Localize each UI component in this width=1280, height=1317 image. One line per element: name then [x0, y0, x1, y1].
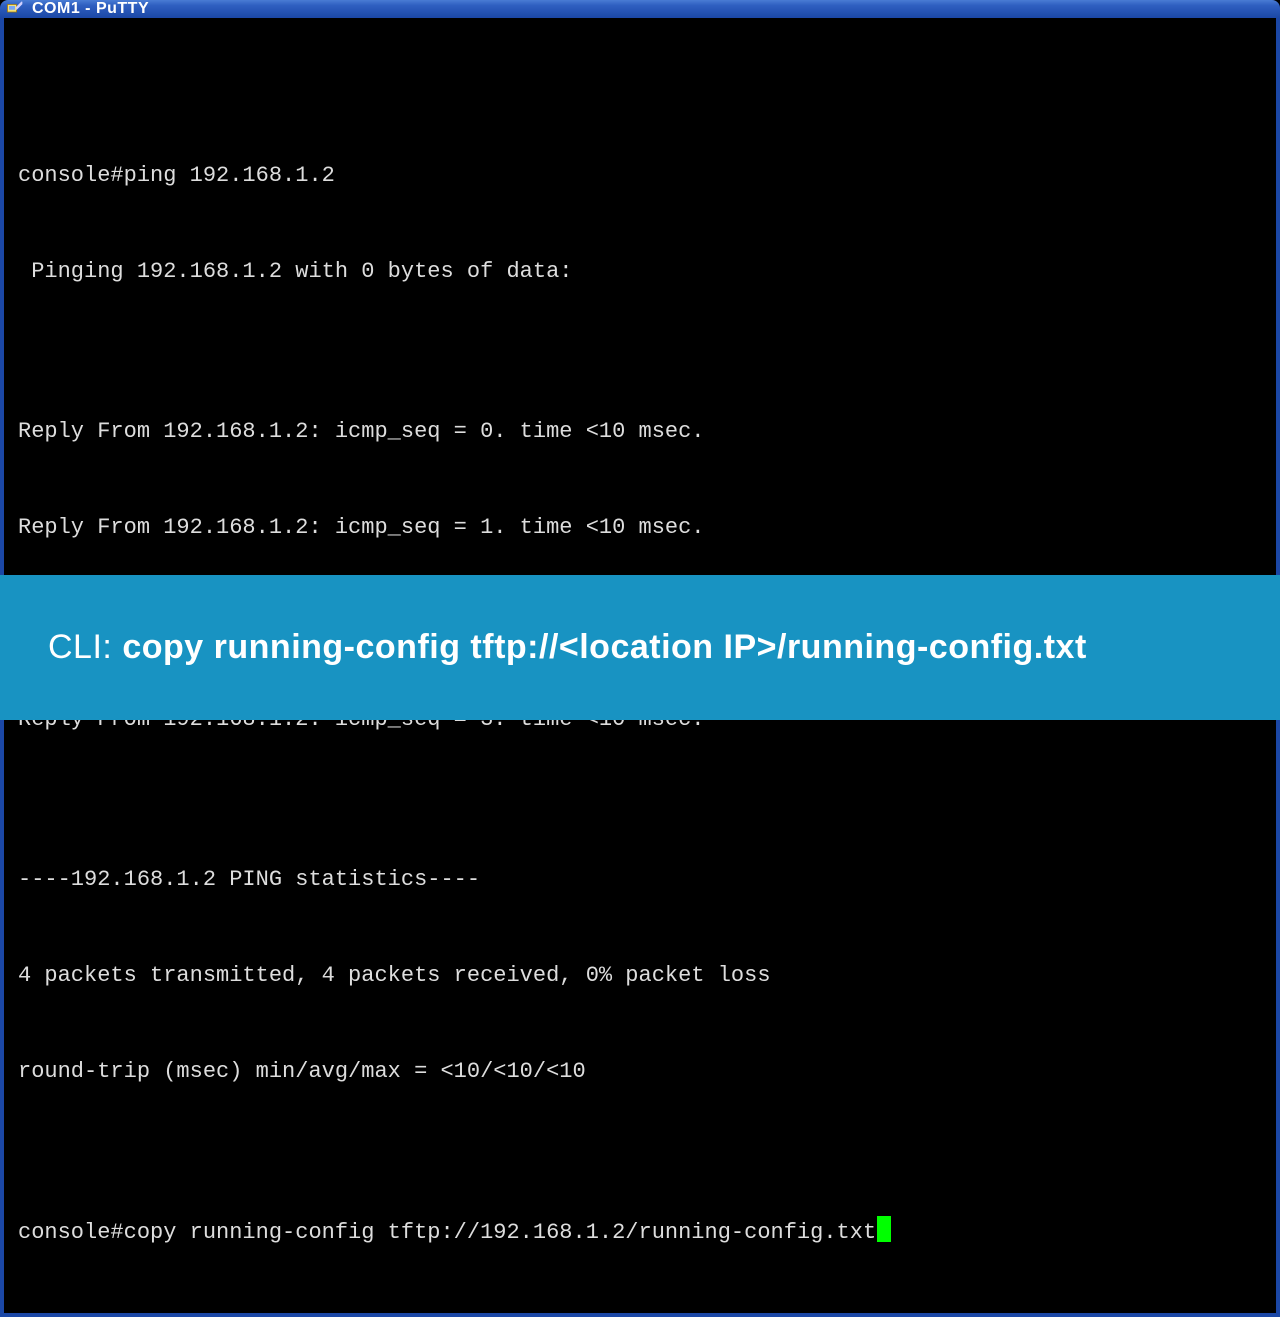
banner-label: CLI:: [48, 628, 112, 667]
terminal-line: Pinging 192.168.1.2 with 0 bytes of data…: [18, 256, 1276, 288]
window-title: COM1 - PuTTY: [32, 0, 149, 18]
putty-icon: [6, 0, 24, 18]
terminal-cursor: [877, 1216, 891, 1242]
terminal-line: Reply From 192.168.1.2: icmp_seq = 1. ti…: [18, 512, 1276, 544]
putty-window: COM1 - PuTTY console#ping 192.168.1.2 Pi…: [0, 0, 1280, 570]
instruction-banner: CLI: copy running-config tftp://<locatio…: [0, 575, 1280, 720]
terminal-line: round-trip (msec) min/avg/max = <10/<10/…: [18, 1056, 1276, 1088]
terminal-line: Reply From 192.168.1.2: icmp_seq = 0. ti…: [18, 416, 1276, 448]
terminal-line: ----192.168.1.2 PING statistics----: [18, 864, 1276, 896]
terminal-prompt-text: console#copy running-config tftp://192.1…: [18, 1220, 876, 1245]
banner-command: copy running-config tftp://<location IP>…: [122, 628, 1086, 667]
terminal-line: 4 packets transmitted, 4 packets receive…: [18, 960, 1276, 992]
terminal-prompt-line[interactable]: console#copy running-config tftp://192.1…: [18, 1216, 1276, 1249]
terminal-line: console#ping 192.168.1.2: [18, 160, 1276, 192]
titlebar[interactable]: COM1 - PuTTY: [0, 0, 1280, 18]
